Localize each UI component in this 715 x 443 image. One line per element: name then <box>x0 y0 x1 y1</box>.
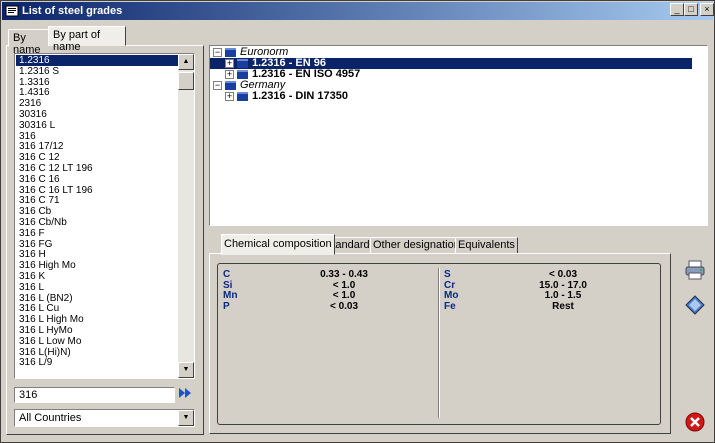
book-icon <box>237 70 248 79</box>
element-value: Rest <box>552 300 574 312</box>
grade-list-item[interactable]: 1.4316 <box>16 87 178 98</box>
book-icon <box>225 48 236 57</box>
window-title: List of steel grades <box>22 5 123 17</box>
app-icon <box>5 5 19 17</box>
grade-list-item[interactable]: 316 High Mo <box>16 260 178 271</box>
grade-list-item[interactable]: 316 C 16 <box>16 174 178 185</box>
grade-list-item[interactable]: 30316 L <box>16 120 178 131</box>
grade-listbox[interactable]: 1.2316 1.2316 S 1.3316 1.4316 2316 30316 30316… <box>14 53 195 379</box>
book-icon <box>225 81 236 90</box>
grade-list-item[interactable]: 316 H <box>16 249 178 260</box>
tab-by-part-of-name[interactable]: By part of name <box>48 26 126 53</box>
export-icon[interactable] <box>684 294 706 316</box>
grade-list-item[interactable]: 316 C 12 LT 196 <box>16 163 178 174</box>
tree-standard-label: 1.2316 - DIN 17350 <box>252 90 349 102</box>
standards-tree[interactable]: − Euronorm +1.2316 - EN 96 +1.2316 - EN ISO… <box>209 45 708 226</box>
grade-list-item[interactable]: 316 Cb <box>16 206 178 217</box>
grade-list-item[interactable]: 316 L Cu <box>16 303 178 314</box>
element-value: < 1.0 <box>332 290 356 301</box>
element-symbol: C <box>223 269 231 280</box>
element-symbol: S <box>444 269 451 280</box>
grade-list-item[interactable]: 316 L/9 <box>16 357 178 368</box>
list-scrollbar[interactable]: ▲ ▼ <box>178 54 194 378</box>
title-bar: List of steel grades <box>2 2 713 20</box>
book-icon <box>237 92 248 101</box>
close-circle-icon[interactable] <box>684 411 706 433</box>
grade-list-item[interactable]: 316 C 16 LT 196 <box>16 185 178 196</box>
grade-list-item[interactable]: 316 17/12 <box>16 141 178 152</box>
expand-icon[interactable]: + <box>225 59 234 68</box>
main-window: List of steel grades _ □ × By name By pa… <box>0 0 715 443</box>
grade-list: 1.2316 1.2316 S 1.3316 1.4316 2316 30316 30316… <box>16 55 178 368</box>
chevron-down-icon[interactable]: ▼ <box>178 410 194 426</box>
printer-icon[interactable] <box>684 259 706 281</box>
element-value: < 0.03 <box>329 300 359 312</box>
grade-list-item[interactable]: 316 F <box>16 228 178 239</box>
element-symbol: Fe <box>444 300 456 312</box>
element-value: 1.0 - 1.5 <box>544 290 582 301</box>
tab-chemical-composition[interactable]: Chemical composition <box>221 234 335 255</box>
grade-list-item[interactable]: 316 L (BN2) <box>16 293 178 304</box>
tree-standard-node[interactable]: +1.2316 - DIN 17350 <box>225 91 525 102</box>
grade-list-item[interactable]: 316 L Low Mo <box>16 336 178 347</box>
search-input[interactable] <box>14 387 175 403</box>
search-go-icon[interactable] <box>179 387 197 403</box>
grade-list-item[interactable]: 316 C 71 <box>16 195 178 206</box>
country-select-value: All Countries <box>19 412 82 424</box>
minimize-button[interactable]: _ <box>670 3 684 16</box>
grade-list-item[interactable]: 1.2316 S <box>16 66 178 77</box>
collapse-icon[interactable]: − <box>213 81 222 90</box>
grade-list-item[interactable]: 316 L High Mo <box>16 314 178 325</box>
composition-divider <box>438 268 440 418</box>
grade-list-item[interactable]: 316 FG <box>16 239 178 250</box>
maximize-button[interactable]: □ <box>684 3 698 16</box>
grade-list-item[interactable]: 2316 <box>16 98 178 109</box>
grade-list-item[interactable]: 1.3316 <box>16 77 178 88</box>
grade-list-item[interactable]: 1.2316 <box>16 55 178 66</box>
element-symbol: Mo <box>444 290 459 301</box>
grade-list-item[interactable]: 316 K <box>16 271 178 282</box>
element-symbol: P <box>223 300 230 312</box>
country-select[interactable]: All Countries ▼ <box>14 409 195 427</box>
book-icon <box>237 59 248 68</box>
element-value: < 1.0 <box>332 279 356 291</box>
grade-list-item[interactable]: 316 L <box>16 282 178 293</box>
grade-list-item[interactable]: 316 L(Hi)N) <box>16 347 178 358</box>
element-symbol: Si <box>223 279 233 291</box>
grade-list-item[interactable]: 316 C 12 <box>16 152 178 163</box>
close-window-button[interactable]: × <box>700 3 714 16</box>
grade-list-item[interactable]: 30316 <box>16 109 178 120</box>
element-symbol: Mn <box>223 290 238 301</box>
grade-list-item[interactable]: 316 Cb/Nb <box>16 217 178 228</box>
scroll-thumb[interactable] <box>178 72 194 90</box>
expand-icon[interactable]: + <box>225 70 234 79</box>
tab-equivalents[interactable]: Equivalents <box>455 237 518 254</box>
expand-icon[interactable]: + <box>225 92 234 101</box>
element-value: < 0.03 <box>548 269 578 280</box>
scroll-up-button[interactable]: ▲ <box>178 54 194 70</box>
element-value: 15.0 - 17.0 <box>539 279 587 291</box>
collapse-icon[interactable]: − <box>213 48 222 57</box>
element-value: 0.33 - 0.43 <box>320 269 368 280</box>
scroll-down-button[interactable]: ▼ <box>178 362 194 378</box>
grade-list-item[interactable]: 316 L HyMo <box>16 325 178 336</box>
grade-list-item[interactable]: 316 <box>16 131 178 142</box>
tab-other-designations[interactable]: Other designations <box>370 237 469 254</box>
element-symbol: Cr <box>444 279 456 291</box>
